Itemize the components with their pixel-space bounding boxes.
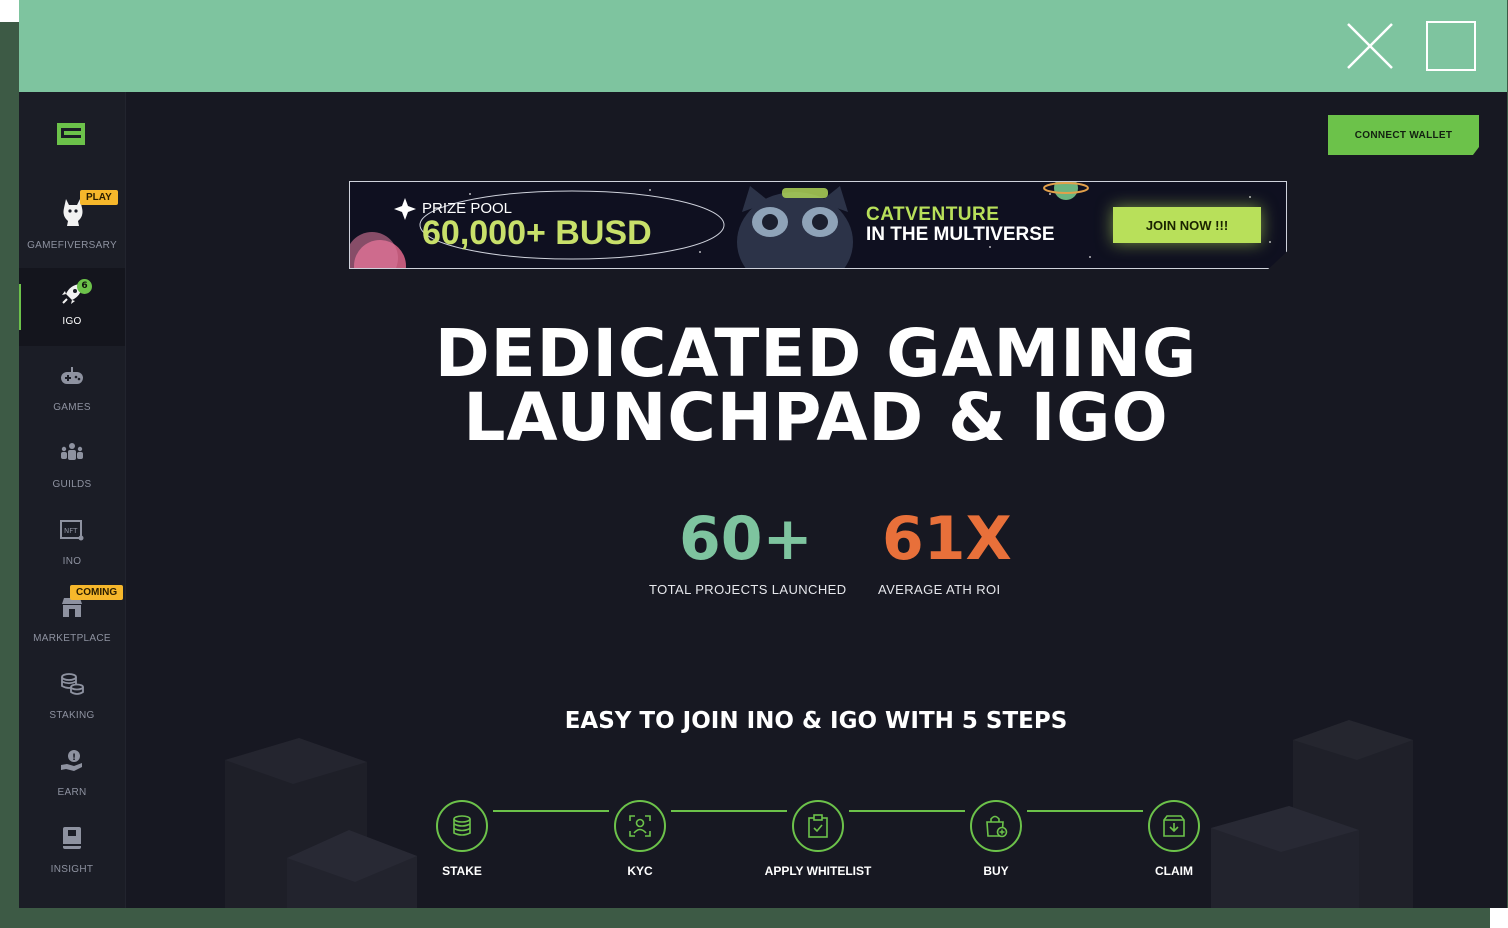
sidebar-item-guilds[interactable]: GUILDS: [19, 431, 125, 507]
catventure-subtitle: IN THE MULTIVERSE: [866, 224, 1055, 245]
step-label: KYC: [627, 864, 653, 878]
sidebar-item-igo[interactable]: 6 IGO: [19, 268, 125, 346]
sidebar-item-label: GAMES: [53, 402, 91, 413]
sidebar-item-label: MARKETPLACE: [33, 633, 111, 644]
hero-title-line: LAUNCHPAD & IGO: [463, 379, 1169, 456]
clipboard-check-icon: [792, 800, 844, 852]
step-label: STAKE: [442, 864, 482, 878]
play-badge: PLAY: [80, 190, 118, 205]
coming-badge: COMING: [70, 585, 124, 600]
stat-projects-label: TOTAL PROJECTS LAUNCHED: [649, 582, 847, 597]
steps-title: EASY TO JOIN INO & IGO WITH 5 STEPS: [564, 708, 1068, 734]
step-label: CLAIM: [1155, 864, 1193, 878]
connect-wallet-button[interactable]: CONNECT WALLET: [1328, 115, 1479, 155]
sidebar-item-ino[interactable]: NFT INO: [19, 508, 125, 584]
sidebar-item-gamefiversary[interactable]: PLAY GAMEFIVERSARY: [19, 186, 125, 262]
step-label: APPLY WHITELIST: [764, 864, 872, 878]
sidebar-item-insight[interactable]: INSIGHT: [19, 816, 125, 892]
sidebar-item-earn[interactable]: ! EARN: [19, 739, 125, 815]
guild-icon: [60, 441, 84, 465]
sidebar-item-label: GAMEFIVERSARY: [27, 240, 117, 251]
sidebar: PLAY GAMEFIVERSARY 6 IGO GAMES GUILDS NF…: [19, 92, 126, 908]
join-now-button[interactable]: JOIN NOW !!!: [1113, 207, 1261, 243]
download-box-icon: [1148, 800, 1200, 852]
sidebar-item-label: STAKING: [49, 710, 95, 721]
coin-stack-icon: [436, 800, 488, 852]
step-buy[interactable]: BUY: [916, 800, 1076, 878]
svg-text:!: !: [72, 753, 76, 763]
svg-text:NFT: NFT: [64, 527, 78, 535]
sidebar-item-games[interactable]: GAMES: [19, 354, 125, 430]
close-icon[interactable]: [1346, 22, 1394, 70]
stat-roi-value: 61X: [882, 504, 1012, 574]
hero-title-line: DEDICATED GAMING: [434, 315, 1198, 392]
step-label: BUY: [983, 864, 1009, 878]
background-corner: [1490, 908, 1508, 928]
stat-roi-label: AVERAGE ATH ROI: [878, 582, 1001, 597]
background-corner: [0, 0, 19, 22]
hero-title: DEDICATED GAMING LAUNCHPAD & IGO: [125, 315, 1507, 456]
step-apply-whitelist[interactable]: APPLY WHITELIST: [738, 800, 898, 878]
sidebar-item-label: EARN: [57, 787, 87, 798]
gamepad-icon: [60, 364, 84, 388]
prize-pool-value: 60,000+ BUSD: [422, 214, 652, 252]
step-stake[interactable]: STAKE: [382, 800, 542, 878]
sidebar-item-more[interactable]: [19, 893, 125, 908]
step-claim[interactable]: CLAIM: [1094, 800, 1254, 878]
nft-icon: NFT: [60, 518, 84, 542]
promo-banner[interactable]: PRIZE POOL 60,000+ BUSD CATVENTURE IN TH…: [349, 181, 1287, 269]
window-titlebar: [19, 0, 1507, 92]
earn-icon: !: [60, 749, 84, 773]
igo-count-badge: 6: [77, 279, 92, 294]
step-kyc[interactable]: KYC: [560, 800, 720, 878]
sidebar-item-label: IGO: [62, 316, 82, 327]
face-scan-icon: [614, 800, 666, 852]
browser-window: PLAY GAMEFIVERSARY 6 IGO GAMES GUILDS NF…: [19, 0, 1507, 908]
sidebar-item-staking[interactable]: STAKING: [19, 662, 125, 738]
shopping-bag-icon: [970, 800, 1022, 852]
sidebar-item-label: INO: [62, 556, 82, 567]
sidebar-item-label: INSIGHT: [50, 864, 94, 875]
sidebar-item-marketplace[interactable]: COMING MARKETPLACE: [19, 585, 125, 661]
maximize-icon[interactable]: [1426, 21, 1476, 71]
catventure-title: CATVENTURE: [866, 204, 1000, 225]
gamefi-logo-icon[interactable]: [57, 123, 85, 145]
sidebar-item-label: GUILDS: [52, 479, 92, 490]
book-icon: [60, 826, 84, 850]
coins-icon: [60, 672, 84, 696]
stat-projects-value: 60+: [679, 504, 813, 574]
partial-icon: [60, 903, 84, 908]
